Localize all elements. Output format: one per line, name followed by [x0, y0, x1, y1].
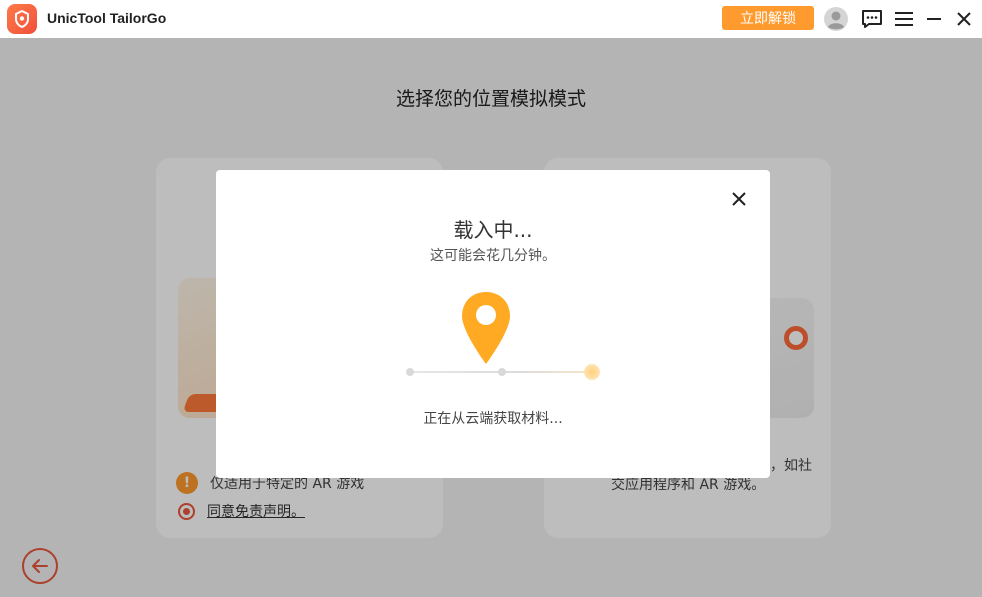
minimize-icon[interactable]: [920, 5, 948, 33]
unlock-button[interactable]: 立即解锁: [722, 6, 814, 30]
app-title: UnicTool TailorGo: [47, 10, 167, 26]
app-logo-icon: [7, 4, 37, 34]
location-pin-icon: [462, 292, 510, 364]
dialog-title: 载入中...: [453, 218, 533, 242]
loading-status: 正在从云端获取材料...: [423, 411, 563, 427]
loading-progress: [406, 364, 602, 380]
close-icon[interactable]: [950, 5, 978, 33]
dialog-close-icon[interactable]: [728, 188, 750, 210]
dialog-subtitle: 这可能会花几分钟。: [430, 248, 556, 264]
loading-dialog: 载入中... 这可能会花几分钟。 正在从云端获取材料...: [216, 170, 770, 478]
menu-icon[interactable]: [890, 5, 918, 33]
title-bar: UnicTool TailorGo 立即解锁: [0, 0, 982, 38]
avatar-icon[interactable]: [822, 5, 850, 33]
feedback-icon[interactable]: [858, 5, 886, 33]
